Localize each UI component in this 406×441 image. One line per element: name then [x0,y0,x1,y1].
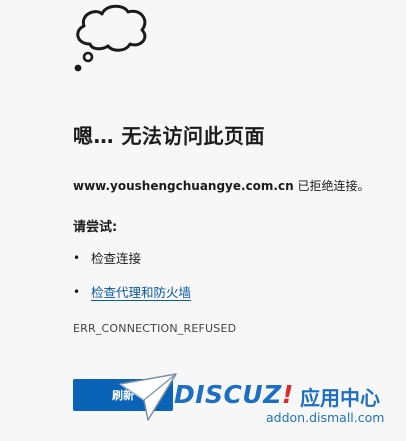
connection-refused-message: www.youshengchuangye.com.cn 已拒绝连接。 [73,177,369,194]
watermark: DISCUZ! 应用中心 addon.dismall.com [118,372,406,441]
error-code: ERR_CONNECTION_REFUSED [73,322,237,335]
watermark-logo-mark: ! [281,380,294,409]
host-name: www.youshengchuangye.com.cn [73,179,294,193]
watermark-logo-text: DISCUZ [174,380,282,409]
suggestion-check-proxy-firewall: • 检查代理和防火墙 [73,282,191,301]
watermark-cn-text: 应用中心 [300,386,380,410]
watermark-url: addon.dismall.com [266,410,385,425]
page-title: 嗯… 无法访问此页面 [73,124,265,148]
try-heading: 请尝试: [73,220,118,235]
suggestion-label: 检查连接 [91,251,142,266]
bullet: • [73,284,81,299]
paper-plane-icon [119,373,177,421]
check-proxy-firewall-link[interactable]: 检查代理和防火墙 [91,282,191,301]
refused-text: 已拒绝连接。 [293,179,370,193]
bullet: • [73,250,81,265]
thought-cloud-icon [74,4,147,72]
suggestion-check-connection: • 检查连接 [73,248,141,267]
error-page: 嗯… 无法访问此页面 www.youshengchuangye.com.cn 已… [0,0,406,441]
watermark-logo: DISCUZ! [174,380,294,409]
